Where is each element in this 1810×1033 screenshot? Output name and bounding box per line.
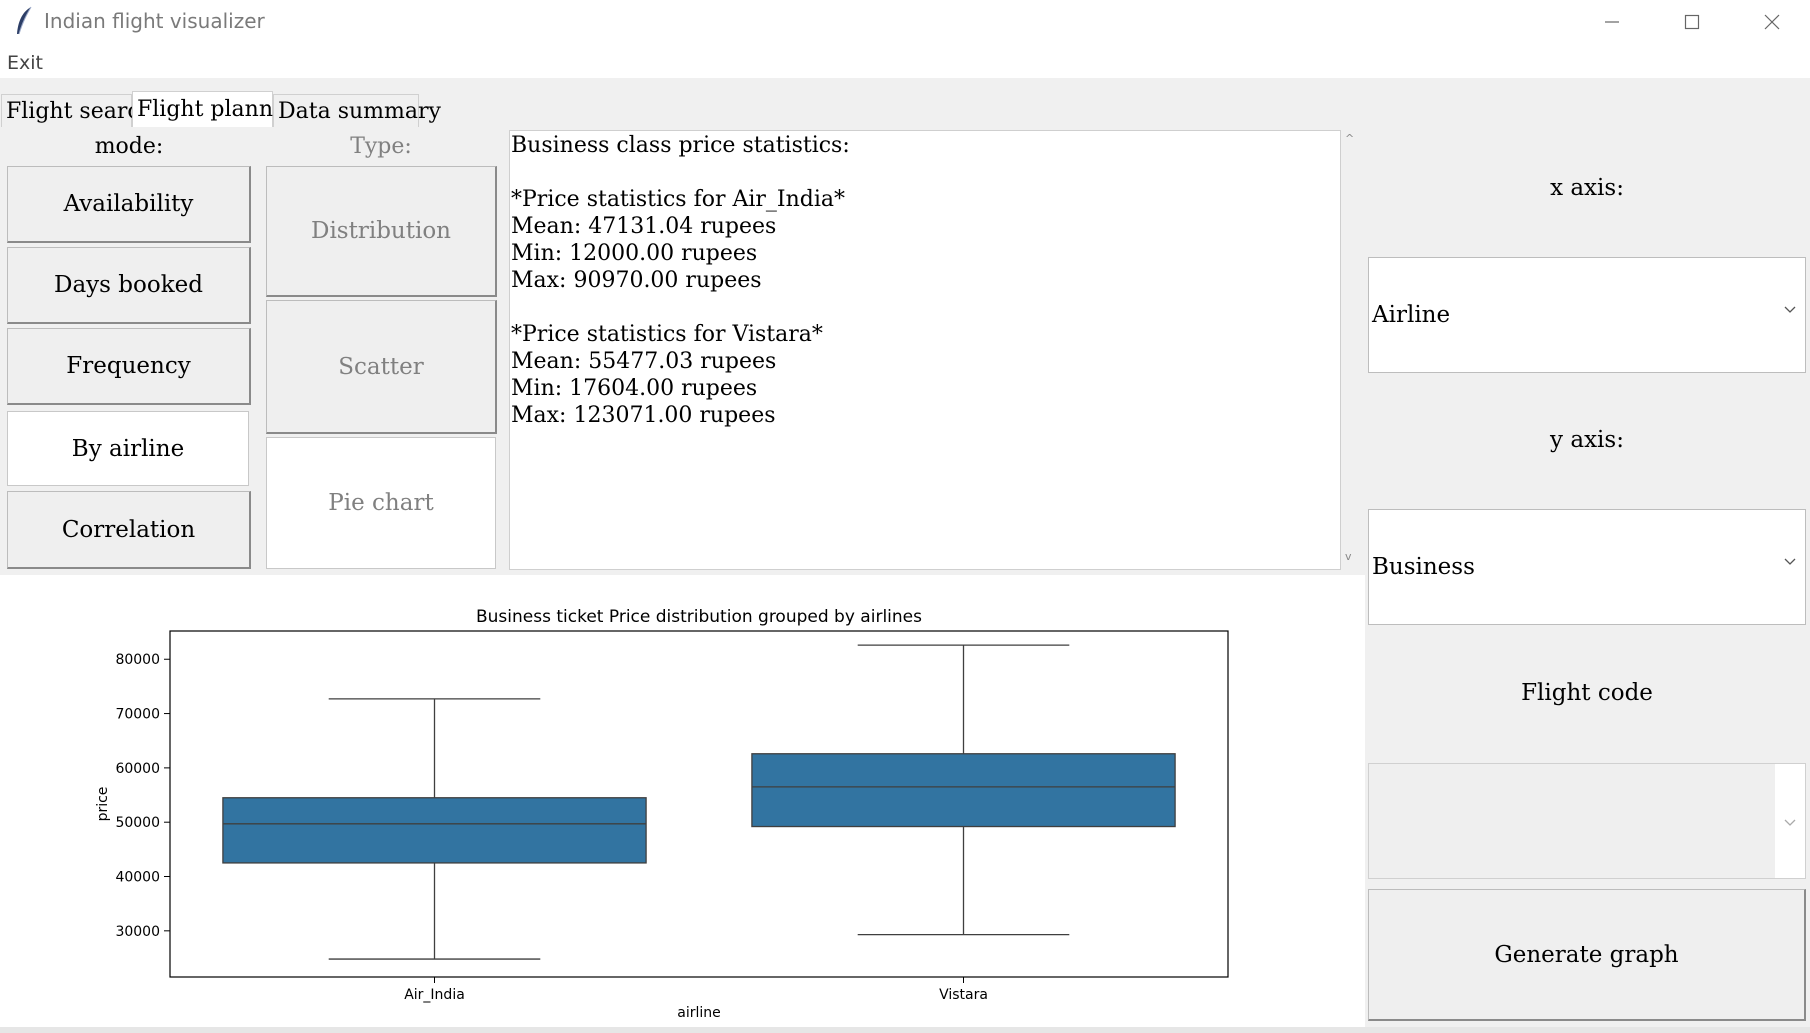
- type-label: Type:: [350, 134, 412, 159]
- y-tick-label: 30000: [115, 924, 160, 940]
- window-title: Indian flight visualizer: [44, 9, 265, 33]
- close-icon[interactable]: [1732, 0, 1810, 44]
- tab-flight-search[interactable]: Flight search: [1, 94, 154, 127]
- x-tick-label: Air_India: [404, 987, 465, 1003]
- maximize-icon[interactable]: [1652, 0, 1732, 44]
- status-strip: [0, 1027, 1810, 1033]
- tab-data-summary[interactable]: Data summary: [273, 94, 441, 127]
- chevron-down-icon[interactable]: [1783, 300, 1797, 321]
- mode-days-booked-button[interactable]: Days booked: [7, 247, 251, 324]
- mode-frequency-button[interactable]: Frequency: [7, 328, 251, 405]
- chart-canvas: Business ticket Price distribution group…: [0, 575, 1365, 1027]
- y-tick-label: 70000: [115, 707, 160, 723]
- y-axis-combobox[interactable]: Business: [1368, 509, 1806, 625]
- chart-title: Business ticket Price distribution group…: [476, 607, 922, 627]
- title-bar: [0, 0, 1810, 44]
- y-tick-label: 40000: [115, 870, 160, 886]
- mode-label: mode:: [94, 134, 164, 159]
- scroll-down-icon[interactable]: v: [1345, 550, 1352, 563]
- mode-correlation-button[interactable]: Correlation: [7, 491, 251, 569]
- menu-bar: [0, 44, 1810, 78]
- chevron-down-icon[interactable]: [1783, 552, 1797, 573]
- flight-code-label: Flight code: [1521, 680, 1653, 706]
- type-scatter-button[interactable]: Scatter: [266, 300, 497, 434]
- box-Vistara: [751, 753, 1176, 828]
- scroll-up-icon[interactable]: ^: [1345, 132, 1354, 145]
- type-pie-chart-button[interactable]: Pie chart: [266, 437, 496, 569]
- menu-exit[interactable]: Exit: [7, 52, 43, 74]
- mode-by-airline-button[interactable]: By airline: [7, 411, 249, 486]
- x-axis-label: x axis:: [1550, 175, 1624, 201]
- box-plot: Business ticket Price distribution group…: [95, 607, 1229, 1021]
- y-tick-label: 80000: [115, 652, 160, 668]
- tab-flight-planner[interactable]: Flight planner: [132, 91, 297, 127]
- stats-text: Business class price statistics: *Price …: [511, 133, 850, 428]
- chevron-down-icon[interactable]: [1783, 814, 1797, 833]
- type-distribution-button[interactable]: Distribution: [266, 166, 497, 297]
- y-axis-value: Business: [1372, 554, 1475, 580]
- app-feather-icon: [14, 6, 34, 36]
- stats-scrollbar[interactable]: ^ v: [1341, 130, 1363, 570]
- y-tick-label: 50000: [115, 815, 160, 831]
- x-axis-combobox[interactable]: Airline: [1368, 257, 1806, 373]
- y-axis-label: y axis:: [1550, 427, 1624, 453]
- y-tick-label: 60000: [115, 761, 160, 777]
- x-axis-label: airline: [677, 1005, 721, 1021]
- minimize-icon[interactable]: [1572, 0, 1652, 44]
- box-Air_India: [222, 797, 647, 864]
- mode-availability-button[interactable]: Availability: [7, 166, 251, 243]
- flight-code-combobox[interactable]: [1368, 763, 1806, 879]
- x-axis-value: Airline: [1372, 302, 1451, 328]
- flight-code-dropdown[interactable]: [1775, 764, 1805, 878]
- generate-graph-button[interactable]: Generate graph: [1368, 889, 1806, 1021]
- y-axis-label: price: [95, 787, 111, 822]
- x-tick-label: Vistara: [939, 987, 988, 1003]
